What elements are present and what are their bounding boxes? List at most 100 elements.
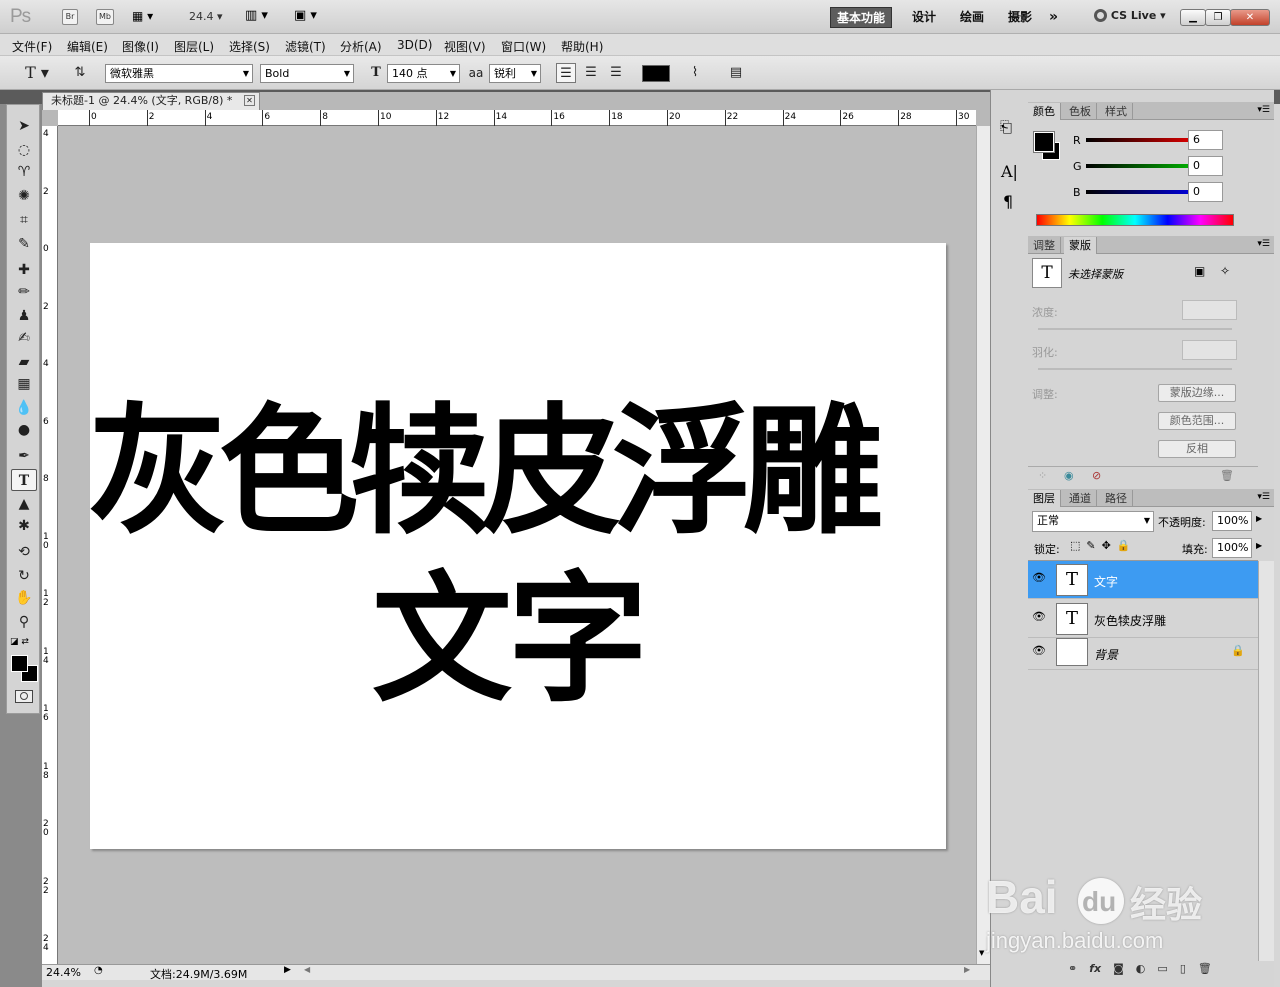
tab-layers[interactable]: 图层: [1028, 490, 1061, 507]
opacity-input[interactable]: 100%: [1212, 511, 1252, 531]
zoom-tool-icon[interactable]: ⚲: [11, 611, 37, 633]
invert-button[interactable]: 反相: [1158, 440, 1236, 458]
link-layers-icon[interactable]: ⚭: [1068, 962, 1089, 975]
dodge-tool-icon[interactable]: ●: [11, 419, 37, 441]
healing-brush-tool-icon[interactable]: ✚: [11, 259, 37, 281]
character-panel-icon[interactable]: ▤: [726, 63, 746, 83]
text-layer-line1[interactable]: 灰色犊皮浮雕: [88, 393, 883, 553]
brush-tool-icon[interactable]: ✏: [11, 281, 37, 303]
menu-edit[interactable]: 编辑(E): [67, 38, 108, 55]
tab-color[interactable]: 颜色: [1028, 103, 1061, 120]
pen-tool-icon[interactable]: ✒: [11, 445, 37, 467]
more-workspaces-button[interactable]: »: [1043, 7, 1064, 28]
mini-bridge-button[interactable]: Mb: [96, 9, 114, 25]
character-panel-dock-icon[interactable]: A|: [1001, 162, 1018, 181]
bridge-button[interactable]: Br: [62, 9, 78, 25]
close-tab-icon[interactable]: ✕: [244, 95, 255, 106]
menu-3d[interactable]: 3D(D): [397, 38, 432, 52]
feather-slider[interactable]: [1038, 368, 1232, 370]
workspace-painting[interactable]: 绘画: [954, 7, 990, 28]
3d-orbit-tool-icon[interactable]: ↻: [11, 565, 37, 587]
color-ramp[interactable]: [1036, 214, 1234, 226]
scroll-right-arrow[interactable]: ▶: [964, 965, 970, 974]
layer-row-embossed-text[interactable]: 👁 T 灰色犊皮浮雕: [1028, 600, 1258, 638]
zoom-level-select[interactable]: 24.4 ▾: [189, 10, 223, 23]
crop-tool-icon[interactable]: ⌗: [11, 209, 37, 231]
color-range-button[interactable]: 颜色范围...: [1158, 412, 1236, 430]
new-group-icon[interactable]: ▭: [1157, 962, 1179, 975]
new-layer-icon[interactable]: ▯: [1180, 962, 1198, 975]
tab-adjustments[interactable]: 调整: [1028, 237, 1061, 254]
document-tab[interactable]: 未标题-1 @ 24.4% (文字, RGB/8) * ✕: [42, 92, 260, 110]
panel-menu-icon[interactable]: ▾☰: [1257, 105, 1270, 115]
layer-row-text[interactable]: 👁 T 文字: [1028, 561, 1258, 599]
screen-mode-button[interactable]: ▣ ▾: [294, 8, 317, 23]
minimize-button[interactable]: ▁: [1180, 9, 1206, 26]
font-size-select[interactable]: 140 点 ▼: [387, 64, 460, 83]
workspace-essentials[interactable]: 基本功能: [830, 7, 893, 28]
tab-masks[interactable]: 蒙版: [1064, 237, 1097, 254]
delete-mask-icon[interactable]: 🗑: [1220, 469, 1234, 482]
r-input[interactable]: 6: [1188, 130, 1223, 150]
document-canvas[interactable]: 灰色犊皮浮雕 文字: [88, 243, 946, 849]
lasso-tool-icon[interactable]: ♈: [11, 161, 37, 183]
status-zoom[interactable]: 24.4%: [46, 966, 81, 979]
menu-layer[interactable]: 图层(L): [174, 38, 214, 55]
layer-row-background[interactable]: 👁 背景 🔒: [1028, 636, 1258, 670]
align-center-icon[interactable]: ☰: [581, 63, 601, 83]
history-panel-icon[interactable]: ⎗: [1000, 118, 1012, 136]
b-input[interactable]: 0: [1188, 182, 1223, 202]
align-left-icon[interactable]: ☰: [556, 63, 576, 83]
tab-swatches[interactable]: 色板: [1064, 103, 1097, 120]
fill-input[interactable]: 100%: [1212, 538, 1252, 558]
menu-window[interactable]: 窗口(W): [501, 38, 546, 55]
close-button[interactable]: ✕: [1230, 9, 1270, 26]
foreground-color-swatch[interactable]: [11, 655, 28, 672]
quick-select-tool-icon[interactable]: ✺: [11, 185, 37, 207]
vertical-scrollbar[interactable]: ▼: [976, 126, 990, 964]
density-slider[interactable]: [1038, 328, 1232, 330]
blend-mode-select[interactable]: 正常 ▼: [1032, 511, 1154, 532]
blur-tool-icon[interactable]: 💧: [11, 397, 37, 419]
align-right-icon[interactable]: ☰: [606, 63, 626, 83]
menu-filter[interactable]: 滤镜(T): [285, 38, 326, 55]
font-family-select[interactable]: 微软雅黑 ▼: [105, 64, 253, 83]
antialias-select[interactable]: 锐利 ▼: [489, 64, 541, 83]
eyedropper-tool-icon[interactable]: ✎: [11, 233, 37, 255]
menu-analysis[interactable]: 分析(A): [340, 38, 382, 55]
warp-text-icon[interactable]: ⌇: [685, 63, 705, 83]
load-selection-icon[interactable]: ⁘: [1038, 469, 1047, 482]
cs-live-button[interactable]: CS Live ▾: [1094, 9, 1166, 22]
workspace-photography[interactable]: 摄影: [1002, 7, 1038, 28]
panel-menu-icon[interactable]: ▾☰: [1257, 239, 1270, 249]
text-color-swatch[interactable]: [642, 65, 670, 82]
menu-select[interactable]: 选择(S): [229, 38, 270, 55]
fill-arrow[interactable]: ▶: [1256, 541, 1262, 550]
mask-visibility-icon[interactable]: ◉: [1064, 469, 1074, 482]
gradient-tool-icon[interactable]: ▦: [11, 373, 37, 395]
opacity-arrow[interactable]: ▶: [1256, 514, 1262, 523]
fx-icon[interactable]: fx: [1089, 962, 1101, 975]
default-colors-icon[interactable]: ◪ ⇄: [10, 637, 29, 647]
view-extras-button[interactable]: ▦ ▾: [132, 9, 166, 25]
density-input[interactable]: [1182, 300, 1237, 320]
history-brush-tool-icon[interactable]: ✍: [11, 327, 37, 349]
eye-icon[interactable]: 👁: [1030, 644, 1048, 660]
mask-edge-button[interactable]: 蒙版边缘...: [1158, 384, 1236, 402]
workspace-design[interactable]: 设计: [906, 7, 942, 28]
pixel-mask-icon[interactable]: ▣: [1194, 264, 1205, 278]
paragraph-panel-icon[interactable]: ¶: [1003, 192, 1013, 211]
status-settings-icon[interactable]: ◔: [94, 965, 103, 976]
status-menu-arrow[interactable]: ▶: [284, 965, 291, 975]
lock-icons[interactable]: ⬚✎✥🔒: [1070, 539, 1137, 552]
tab-styles[interactable]: 样式: [1100, 103, 1133, 120]
add-mask-icon[interactable]: ◙: [1113, 962, 1136, 975]
font-style-select[interactable]: Bold ▼: [260, 64, 354, 83]
3d-rotate-tool-icon[interactable]: ⟲: [11, 541, 37, 563]
eye-icon[interactable]: 👁: [1030, 571, 1048, 587]
type-tool-icon[interactable]: T: [11, 469, 37, 491]
panel-menu-icon[interactable]: ▾☰: [1257, 492, 1270, 502]
feather-input[interactable]: [1182, 340, 1237, 360]
shape-tool-icon[interactable]: ✱: [11, 515, 37, 537]
tab-paths[interactable]: 路径: [1100, 490, 1133, 507]
